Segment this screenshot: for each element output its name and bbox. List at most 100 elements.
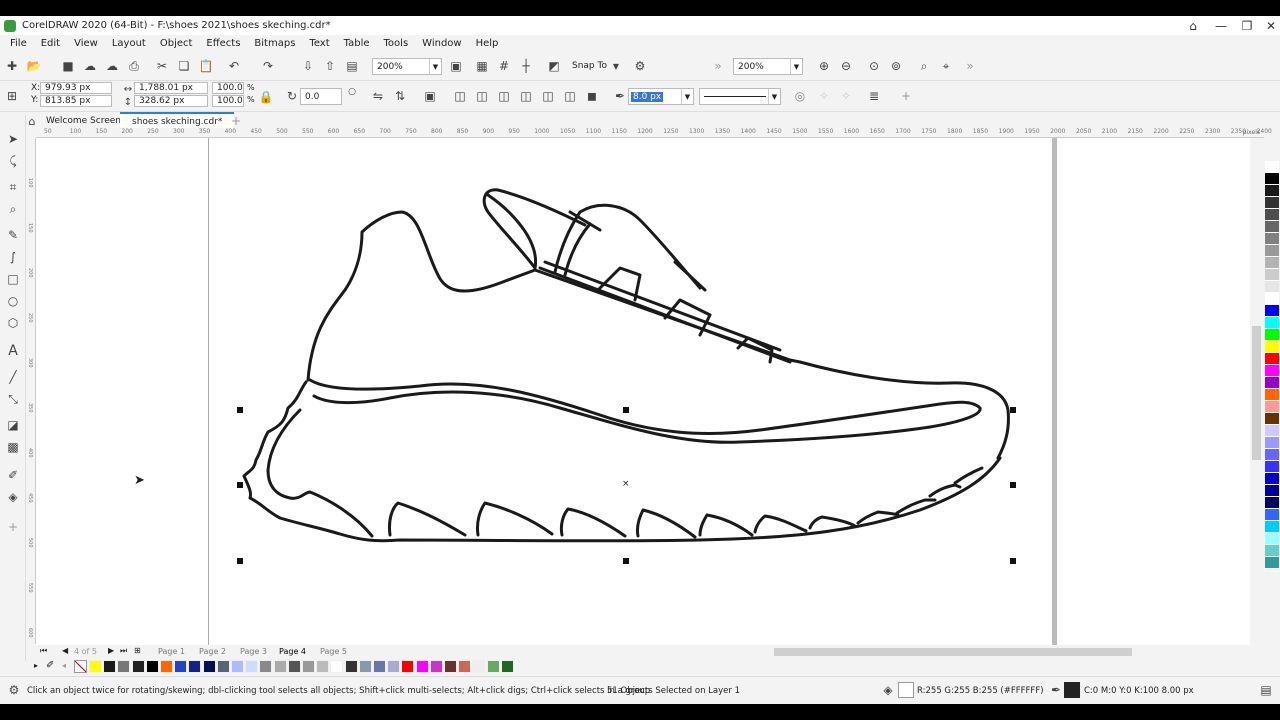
fill-color-swatch[interactable] [898,682,914,698]
palette-left-icon[interactable]: ◂ [62,661,66,670]
zoom-page-icon[interactable]: ⌕ [916,58,932,74]
zoom-out-icon[interactable]: ⊖ [838,58,854,74]
document-palette-swatch[interactable] [415,660,429,673]
outline-color-swatch[interactable] [1064,682,1080,698]
shoe-sketch[interactable] [36,138,1250,645]
document-palette-swatch[interactable] [117,660,131,673]
document-palette-swatch[interactable] [444,660,457,673]
align-distribute-icon[interactable]: ≣ [866,88,882,104]
selection-handle[interactable] [1010,558,1016,564]
settings-gear-icon[interactable]: ⚙ [6,682,22,698]
open-icon[interactable]: 📂 [26,58,42,74]
palette-swatch[interactable] [1265,257,1279,269]
tab-page-4[interactable]: Page 4 [279,647,306,656]
chevron-down-icon[interactable]: ▼ [790,59,802,74]
paste-icon[interactable]: 📋 [198,58,214,74]
vertical-scrollbar[interactable] [1250,138,1263,645]
scale-y-input[interactable]: 100.0 [212,95,244,107]
palette-swatch[interactable] [1265,317,1279,329]
document-palette-swatch[interactable] [273,660,287,673]
palette-arrow-icon[interactable]: ▸ [34,661,38,670]
palette-swatch[interactable] [1265,293,1279,305]
new-document-icon[interactable]: ✚ [4,58,20,74]
menu-tools[interactable]: Tools [384,38,409,49]
palette-swatch[interactable] [1265,497,1279,509]
document-palette-swatch[interactable] [401,660,415,673]
palette-swatch[interactable] [1265,521,1279,533]
back-minus-front-icon[interactable]: ◫ [562,88,578,104]
cloud-upload-icon[interactable]: ☁ [104,58,120,74]
document-palette-swatch[interactable] [145,660,159,673]
mirror-horizontal-icon[interactable]: ⇋ [370,88,386,104]
palette-swatch[interactable] [1265,545,1279,557]
menu-view[interactable]: View [74,38,98,49]
document-palette-swatch[interactable] [231,660,244,673]
palette-swatch[interactable] [1265,197,1279,209]
intersect-icon[interactable]: ◫ [496,88,512,104]
trim-icon[interactable]: ◫ [474,88,490,104]
selection-handle[interactable] [1010,407,1016,413]
palette-swatch[interactable] [1265,473,1279,485]
print-icon[interactable]: ⎙ [126,58,142,74]
document-palette-swatch[interactable] [188,660,202,673]
text-tool-icon[interactable]: A [5,343,21,359]
palette-swatch[interactable] [1265,449,1279,461]
palette-swatch[interactable] [1265,485,1279,497]
horizontal-ruler[interactable]: 50 100 150 200 250 300 350 400 450 500 550 600 650 70… [36,128,1272,138]
document-palette-swatch[interactable] [202,660,216,673]
connector-tool-icon[interactable]: ⤡ [5,391,21,407]
last-page-icon[interactable]: ⏭ [120,646,127,656]
convert-to-curves-icon[interactable]: ◎ [792,88,808,104]
palette-swatch[interactable] [1265,281,1279,293]
document-palette-swatch[interactable] [131,660,145,673]
zoom-selected-icon[interactable]: ⊙ [866,58,882,74]
document-palette-swatch[interactable] [344,660,358,673]
boundary-icon[interactable]: ◼ [584,88,600,104]
rectangle-tool-icon[interactable]: □ [5,271,21,287]
no-color-swatch[interactable] [74,660,87,673]
horizontal-scroll-thumb[interactable] [774,648,1132,656]
selection-handle[interactable] [1010,482,1016,488]
color-styles-icon[interactable]: ▤ [1258,682,1274,698]
tab-page-1[interactable]: Page 1 [158,647,185,656]
selection-center-icon[interactable]: × [622,479,630,489]
palette-swatch[interactable] [1265,353,1279,365]
scale-x-input[interactable]: 100.0 [212,82,244,94]
group-icon[interactable]: ▣ [422,88,438,104]
document-palette-swatch[interactable] [429,660,443,673]
pick-tool-icon[interactable]: ➤ [5,131,21,147]
document-palette-swatch[interactable] [486,660,500,673]
document-palette-swatch[interactable] [89,660,102,673]
palette-swatch[interactable] [1265,161,1279,173]
crop-tool-icon[interactable]: ⌗ [5,179,21,195]
cloud-icon[interactable]: ☁ [82,58,98,74]
lock-ratio-icon[interactable]: 🔒 [258,89,274,105]
palette-swatch[interactable] [1265,233,1279,245]
add-page-icon[interactable]: ⊞ [134,646,141,655]
document-palette-swatch[interactable] [330,660,344,673]
redo-icon[interactable]: ↷ [260,58,276,74]
palette-swatch[interactable] [1265,557,1279,569]
freehand-tool-icon[interactable]: ✎ [5,227,21,243]
more-icon[interactable]: » [710,58,726,74]
palette-swatch[interactable] [1265,389,1279,401]
selection-handle[interactable] [237,407,243,413]
height-input[interactable]: 328.62 px [134,95,208,107]
transparency-icon[interactable]: ▩ [5,439,21,455]
document-palette-swatch[interactable] [216,660,230,673]
palette-swatch[interactable] [1265,437,1279,449]
menu-object[interactable]: Object [160,38,193,49]
zoom-in-icon[interactable]: ⊕ [816,58,832,74]
palette-swatch[interactable] [1265,365,1279,377]
menu-edit[interactable]: Edit [41,38,60,49]
copy-icon[interactable]: ❏ [176,58,192,74]
tab-page-3[interactable]: Page 3 [240,647,267,656]
mirror-vertical-icon[interactable]: ⇅ [392,88,408,104]
cut-icon[interactable]: ✂ [154,58,170,74]
polygon-tool-icon[interactable]: ⬡ [5,315,21,331]
palette-swatch[interactable] [1265,209,1279,221]
vertical-ruler[interactable]: 100 150 200 250 300 350 400 450 500 550 600 [26,138,36,644]
chevron-down-icon[interactable]: ▼ [608,58,624,74]
document-palette-swatch[interactable] [358,660,372,673]
document-palette-swatch[interactable] [387,660,401,673]
